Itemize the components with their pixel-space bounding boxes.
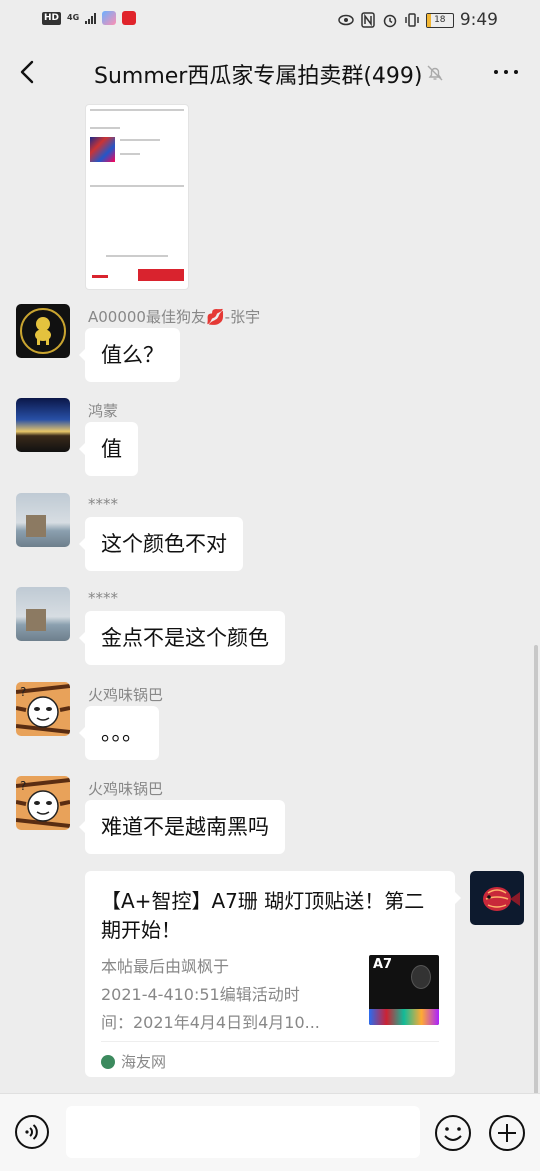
vibrate-icon <box>405 13 419 27</box>
message-input[interactable] <box>66 1106 420 1158</box>
product-thumbnail <box>90 137 115 162</box>
eye-icon <box>338 14 354 26</box>
alarm-icon <box>383 14 397 28</box>
message-bubble[interactable]: 难道不是越南黑吗 <box>79 800 285 854</box>
chat-title: Summer西瓜家专属拍卖群(499) <box>94 64 423 89</box>
divider <box>101 1041 439 1042</box>
bell-off-icon <box>427 65 443 81</box>
pay-button-preview <box>138 269 184 281</box>
status-left: HD 4G <box>42 11 137 25</box>
avatar[interactable] <box>16 587 70 641</box>
network-type: 4G <box>67 13 80 22</box>
battery-icon: 18 <box>425 12 454 28</box>
shared-image[interactable] <box>85 104 189 290</box>
avatar[interactable]: ? <box>16 682 70 736</box>
voice-icon[interactable] <box>14 1114 50 1150</box>
input-bar <box>0 1093 540 1171</box>
avatar[interactable] <box>16 304 70 358</box>
link-card-thumbnail: A7 <box>369 955 439 1025</box>
emoji-icon[interactable] <box>434 1114 472 1152</box>
link-card-desc-line: 本帖最后由飒枫于 <box>101 957 230 976</box>
link-card-source: 海友网 <box>101 1051 166 1072</box>
back-arrow-icon[interactable] <box>14 58 42 86</box>
svg-text:?: ? <box>20 779 26 793</box>
poodle-logo-icon <box>20 308 66 354</box>
chat-header: Summer西瓜家专属拍卖群(499) <box>0 40 540 106</box>
avatar[interactable]: ? <box>16 776 70 830</box>
svg-text:?: ? <box>20 685 26 699</box>
message-bubble[interactable]: 这个颜色不对 <box>79 517 243 571</box>
clock: 9:49 <box>459 10 498 30</box>
battery-level: 18 <box>434 14 446 25</box>
signal-icon <box>85 12 97 24</box>
avatar[interactable] <box>16 493 70 547</box>
source-name: 海友网 <box>121 1053 167 1071</box>
link-card-desc-line: 间：2021年4月4日到4月10... <box>101 1013 320 1032</box>
sender-name: **** <box>88 589 118 607</box>
link-card[interactable]: 【A+智控】A7珊 瑚灯顶贴送！第二期开始！ 本帖最后由飒枫于 2021-4-4… <box>85 871 461 1077</box>
message-bubble[interactable]: 值么？ <box>79 328 180 382</box>
link-card-description: 本帖最后由飒枫于 2021-4-410:51编辑活动时 间：2021年4月4日到… <box>101 953 351 1037</box>
sender-name: 鸿蒙 <box>88 402 119 420</box>
sender-name: **** <box>88 495 118 513</box>
panda-meme-icon: ? <box>16 684 70 734</box>
panda-meme-icon: ? <box>16 778 70 828</box>
site-logo-icon <box>101 1054 115 1069</box>
message-bubble[interactable]: 值 <box>79 422 138 476</box>
link-card-desc-line: 2021-4-410:51编辑活动时 <box>101 985 300 1004</box>
avatar[interactable] <box>16 398 70 452</box>
message-bubble[interactable]: 。。。 <box>79 706 159 760</box>
app-notification-icon <box>102 11 117 25</box>
scrollbar[interactable] <box>534 645 538 1095</box>
fish-icon <box>483 887 520 911</box>
thumbnail-label: A7 <box>373 957 393 972</box>
status-right: 18 9:49 <box>338 10 498 30</box>
sender-name: A00000最佳狗友💋-张宇 <box>88 308 261 326</box>
plus-icon[interactable] <box>488 1114 526 1152</box>
more-dots-icon[interactable] <box>494 70 518 74</box>
hd-badge: HD <box>42 11 62 25</box>
app-notification-icon <box>122 11 137 25</box>
message-bubble[interactable]: 金点不是这个颜色 <box>79 611 285 665</box>
sender-name: 火鸡味锅巴 <box>88 780 164 798</box>
nfc-icon <box>361 12 375 28</box>
link-card-title: 【A+智控】A7珊 瑚灯顶贴送！第二期开始！ <box>101 889 425 942</box>
sender-name: 火鸡味锅巴 <box>88 686 164 704</box>
my-avatar[interactable] <box>470 871 524 925</box>
status-bar: HD 4G 18 9:49 <box>0 0 540 40</box>
